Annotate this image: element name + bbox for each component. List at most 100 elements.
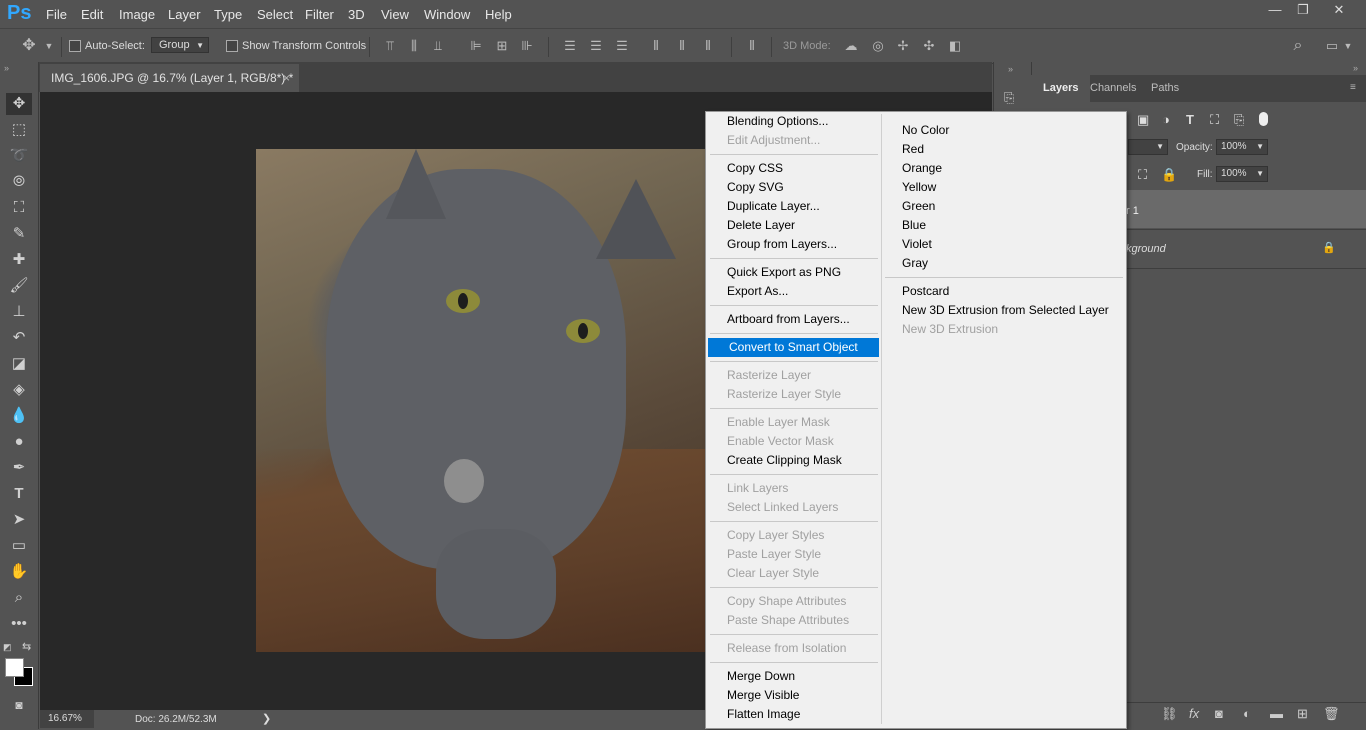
zoom-tool-icon[interactable]: ⌕ xyxy=(6,587,32,609)
link-layers-icon[interactable]: ⛓ xyxy=(1161,706,1178,722)
menu-3d[interactable]: 3D xyxy=(348,7,365,22)
collapse-arrows-icon[interactable]: » xyxy=(1353,63,1358,73)
marquee-tool-icon[interactable]: ⬚ xyxy=(6,119,32,141)
new-group-icon[interactable]: ▬ xyxy=(1270,706,1283,721)
zoom-level[interactable]: 16.67% xyxy=(40,710,94,728)
menu-layer[interactable]: Layer xyxy=(168,7,201,22)
3d-scale-icon[interactable]: ◧ xyxy=(945,36,965,56)
align-right-icon[interactable]: ⊪ xyxy=(517,36,537,56)
menu-color-green[interactable]: Green xyxy=(881,197,1124,216)
align-left-icon[interactable]: ⊫ xyxy=(466,36,486,56)
quick-select-tool-icon[interactable]: ⦾ xyxy=(6,171,32,193)
rectangle-tool-icon[interactable]: ▭ xyxy=(6,535,32,557)
type-filter-icon[interactable]: T xyxy=(1186,112,1194,127)
close-window-button[interactable]: ✕ xyxy=(1326,2,1352,18)
menu-artboard-from-layers[interactable]: Artboard from Layers... xyxy=(706,310,879,329)
adjustment-filter-icon[interactable]: ◑ xyxy=(1162,112,1170,127)
blend-mode-dropdown[interactable]: ▼ xyxy=(1128,139,1168,155)
menu-color-gray[interactable]: Gray xyxy=(881,254,1124,273)
blur-tool-icon[interactable]: 💧 xyxy=(6,405,32,427)
menu-new-3d-extrusion-selected[interactable]: New 3D Extrusion from Selected Layer xyxy=(881,301,1124,320)
lasso-tool-icon[interactable]: ➰ xyxy=(6,145,32,167)
distribute-hcenter-icon[interactable]: ⦀ xyxy=(672,36,692,56)
3d-orbit-icon[interactable]: ☁ xyxy=(841,36,861,56)
panel-menu-icon[interactable]: ≡ xyxy=(1350,82,1356,93)
menu-copy-css[interactable]: Copy CSS xyxy=(706,159,879,178)
menu-color-blue[interactable]: Blue xyxy=(881,216,1124,235)
smart-object-filter-icon[interactable]: ⎘ xyxy=(1234,112,1244,128)
minimize-button[interactable]: — xyxy=(1262,2,1288,18)
menu-color-red[interactable]: Red xyxy=(881,140,1124,159)
menu-image[interactable]: Image xyxy=(119,7,155,22)
auto-select-checkbox[interactable] xyxy=(69,40,81,52)
status-menu-arrow-icon[interactable]: ❯ xyxy=(262,712,271,725)
default-colors-icon[interactable]: ◩ xyxy=(3,642,12,653)
lock-all-icon[interactable]: 🔒 xyxy=(1161,167,1177,183)
menu-convert-to-smart-object[interactable]: Convert to Smart Object xyxy=(708,338,879,357)
crop-tool-icon[interactable]: ⛶ xyxy=(6,197,32,219)
shape-filter-icon[interactable]: ⛶ xyxy=(1210,112,1219,128)
tab-layers[interactable]: Layers xyxy=(1031,75,1091,102)
menu-help[interactable]: Help xyxy=(485,7,512,22)
move-tool-icon[interactable]: ✥ xyxy=(6,93,32,115)
collapse-arrows-icon[interactable]: » xyxy=(1008,64,1013,74)
eyedropper-tool-icon[interactable]: ✎ xyxy=(6,223,32,245)
menu-duplicate-layer[interactable]: Duplicate Layer... xyxy=(706,197,879,216)
menu-quick-export-png[interactable]: Quick Export as PNG xyxy=(706,263,879,282)
menu-color-violet[interactable]: Violet xyxy=(881,235,1124,254)
3d-pan-icon[interactable]: ✢ xyxy=(893,36,913,56)
pixel-filter-icon[interactable]: ▣ xyxy=(1137,112,1149,128)
add-mask-icon[interactable]: ◙ xyxy=(1215,706,1223,721)
document-image[interactable] xyxy=(256,149,708,652)
3d-slide-icon[interactable]: ✣ xyxy=(919,36,939,56)
foreground-color-swatch[interactable] xyxy=(5,658,24,677)
paint-bucket-tool-icon[interactable]: ◈ xyxy=(6,379,32,401)
menu-color-orange[interactable]: Orange xyxy=(881,159,1124,178)
fill-field[interactable]: 100% ▼ xyxy=(1216,166,1268,182)
menu-color-yellow[interactable]: Yellow xyxy=(881,178,1124,197)
lock-position-icon[interactable]: ⛶ xyxy=(1138,167,1147,183)
distribute-vcenter-icon[interactable]: ☰ xyxy=(586,36,606,56)
distribute-right-icon[interactable]: ⦀ xyxy=(698,36,718,56)
delete-layer-icon[interactable]: 🗑 xyxy=(1323,706,1340,722)
menu-merge-visible[interactable]: Merge Visible xyxy=(706,686,879,705)
pen-tool-icon[interactable]: ✒ xyxy=(6,457,32,479)
history-brush-tool-icon[interactable]: ↶ xyxy=(6,327,32,349)
align-hcenter-icon[interactable]: ⊞ xyxy=(492,36,512,56)
auto-align-icon[interactable]: ⫴ xyxy=(742,36,762,56)
menu-delete-layer[interactable]: Delete Layer xyxy=(706,216,879,235)
hand-tool-icon[interactable]: ✋ xyxy=(6,561,32,583)
new-layer-icon[interactable]: ⊞ xyxy=(1297,706,1308,722)
menu-export-as[interactable]: Export As... xyxy=(706,282,879,301)
quick-mask-icon[interactable]: ◙ xyxy=(6,694,32,716)
show-transform-checkbox[interactable] xyxy=(226,40,238,52)
opacity-field[interactable]: 100% ▼ xyxy=(1216,139,1268,155)
fx-icon[interactable]: fx xyxy=(1189,706,1199,721)
more-tools-icon[interactable]: ••• xyxy=(6,613,32,635)
adjustment-layer-icon[interactable]: ◐ xyxy=(1243,706,1251,721)
menu-merge-down[interactable]: Merge Down xyxy=(706,667,879,686)
search-icon[interactable]: ⌕ xyxy=(1288,36,1308,56)
menu-select[interactable]: Select xyxy=(257,7,293,22)
tab-channels[interactable]: Channels xyxy=(1090,75,1136,102)
history-panel-icon[interactable]: ⎘ xyxy=(1004,90,1022,108)
menu-copy-svg[interactable]: Copy SVG xyxy=(706,178,879,197)
align-vcenter-icon[interactable]: ⫼ xyxy=(404,36,424,56)
chevron-down-icon[interactable]: ▼ xyxy=(39,36,59,56)
filter-toggle-icon[interactable] xyxy=(1259,112,1268,126)
menu-create-clipping-mask[interactable]: Create Clipping Mask xyxy=(706,451,879,470)
eraser-tool-icon[interactable]: ◪ xyxy=(6,353,32,375)
distribute-bottom-icon[interactable]: ☰ xyxy=(612,36,632,56)
move-tool-icon[interactable]: ✥ xyxy=(19,36,39,56)
align-bottom-icon[interactable]: ⫫ xyxy=(428,36,448,56)
menu-window[interactable]: Window xyxy=(424,7,470,22)
maximize-button[interactable]: ❐ xyxy=(1290,2,1316,18)
swap-colors-icon[interactable]: ⇆ xyxy=(22,640,31,653)
menu-type[interactable]: Type xyxy=(214,7,242,22)
menu-blending-options[interactable]: Blending Options... xyxy=(706,112,879,131)
tab-paths[interactable]: Paths xyxy=(1151,75,1179,102)
distribute-top-icon[interactable]: ☰ xyxy=(560,36,580,56)
menu-group-from-layers[interactable]: Group from Layers... xyxy=(706,235,879,254)
menu-color-none[interactable]: No Color xyxy=(881,121,1124,140)
menu-edit[interactable]: Edit xyxy=(81,7,103,22)
